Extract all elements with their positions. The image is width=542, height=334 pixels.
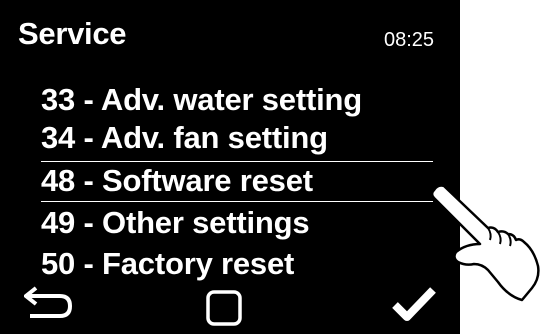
selection-bottom-line <box>41 201 433 202</box>
pointing-hand-icon <box>430 184 540 302</box>
screen-title: Service <box>18 16 127 51</box>
selection-top-line <box>41 161 433 162</box>
menu-item-33[interactable]: 33 - Adv. water setting <box>41 82 362 118</box>
home-square-icon[interactable] <box>206 290 242 326</box>
clock-time: 08:25 <box>384 29 435 51</box>
menu-item-48-selected[interactable]: 48 - Software reset <box>41 163 313 199</box>
menu-item-50[interactable]: 50 - Factory reset <box>41 246 294 282</box>
device-screen: Service 08:25 33 - Adv. water setting 34… <box>0 0 460 334</box>
menu-item-34[interactable]: 34 - Adv. fan setting <box>41 120 328 156</box>
back-arrow-icon[interactable] <box>24 284 74 320</box>
menu-item-49[interactable]: 49 - Other settings <box>41 205 310 241</box>
